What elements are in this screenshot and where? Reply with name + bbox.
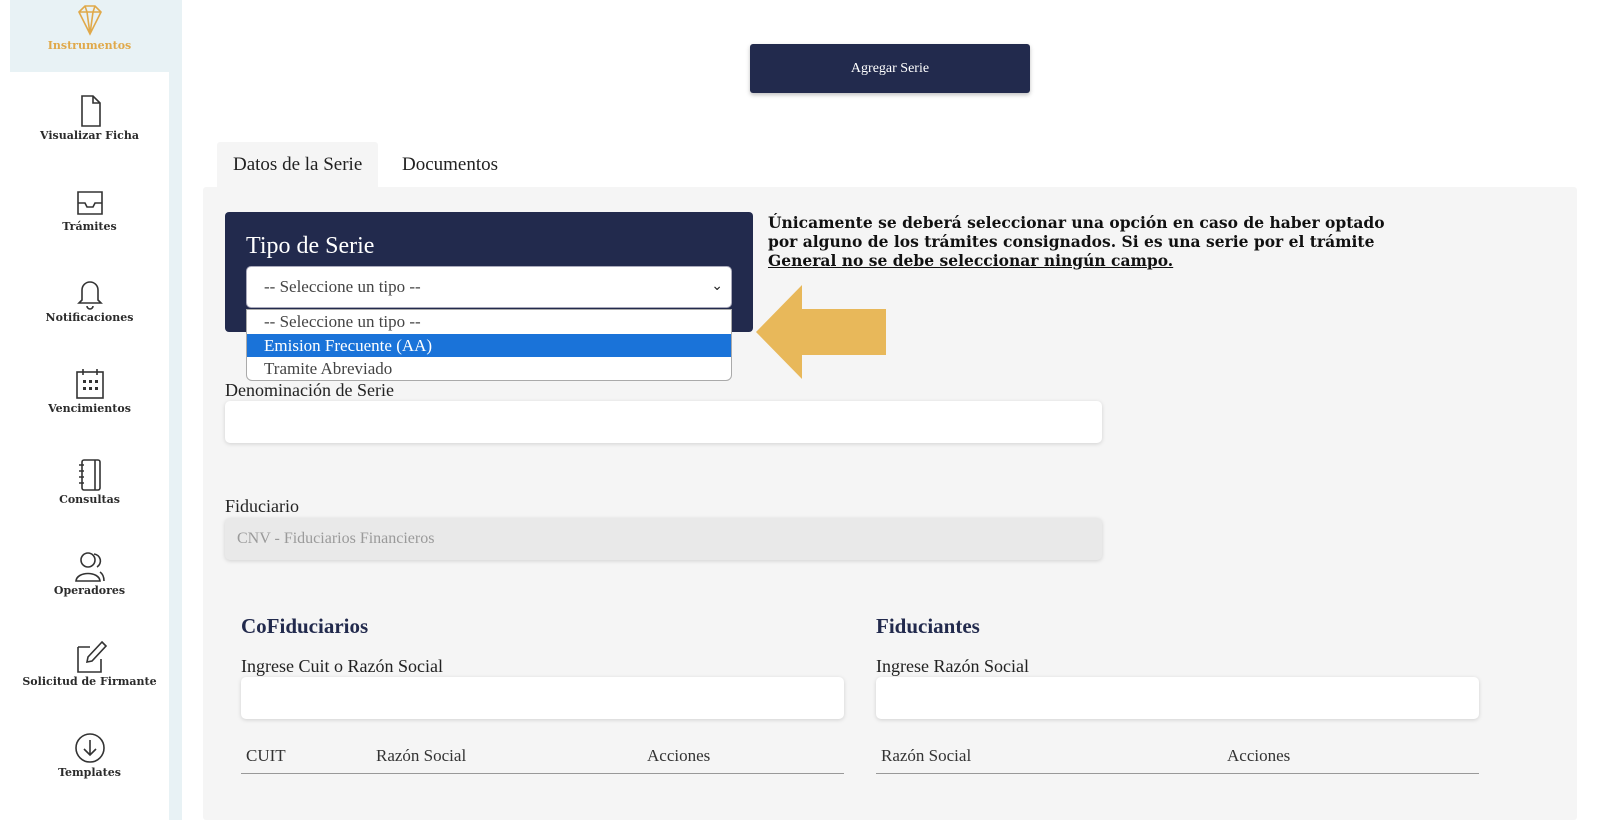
sidebar-divider	[169, 0, 182, 820]
dropdown-option-highlighted[interactable]: Emision Frecuente (AA)	[247, 333, 731, 357]
sidebar-item-consultas[interactable]: Consultas	[10, 457, 169, 529]
tipo-serie-title: Tipo de Serie	[246, 233, 375, 259]
column-header-razon-social: Razón Social	[881, 746, 972, 765]
table-divider	[241, 773, 844, 774]
tab-datos-de-la-serie[interactable]: Datos de la Serie	[217, 142, 379, 188]
sidebar: Instrumentos Visualizar Ficha Trámites N…	[0, 0, 169, 820]
sidebar-item-tramites[interactable]: Trámites	[10, 184, 169, 256]
download-icon	[74, 733, 105, 763]
column-header-razon-social: Razón Social	[376, 746, 467, 765]
denominacion-input[interactable]	[225, 401, 1102, 443]
column-header-cuit: CUIT	[246, 746, 286, 765]
fiduciantes-search-input[interactable]	[876, 677, 1479, 719]
tipo-serie-notice: Únicamente se deberá seleccionar una opc…	[768, 213, 1418, 270]
table-divider	[876, 773, 1479, 774]
sidebar-item-operadores[interactable]: Operadores	[10, 548, 169, 620]
tipo-serie-select[interactable]: -- Seleccione un tipo -- ⌄	[246, 266, 732, 308]
sidebar-item-instrumentos[interactable]: Instrumentos	[10, 0, 169, 72]
calendar-icon	[75, 369, 104, 399]
dropdown-option[interactable]: Tramite Abreviado	[247, 357, 731, 380]
cofiduciarios-title: CoFiduciarios	[241, 614, 369, 638]
sidebar-item-visualizar-ficha[interactable]: Visualizar Ficha	[10, 93, 169, 165]
sidebar-item-label: Operadores	[53, 584, 126, 597]
fiduciario-label: Fiduciario	[225, 496, 299, 516]
denominacion-label: Denominación de Serie	[225, 380, 394, 400]
edit-icon	[76, 640, 107, 673]
chevron-down-icon: ⌄	[711, 279, 723, 294]
dropdown-option[interactable]: -- Seleccione un tipo --	[247, 310, 731, 334]
sidebar-item-vencimientos[interactable]: Vencimientos	[10, 366, 169, 438]
fiduciantes-search-label: Ingrese Razón Social	[876, 656, 1029, 676]
column-header-acciones: Acciones	[1227, 746, 1291, 765]
notice-text: Únicamente se deberá seleccionar una opc…	[768, 213, 1385, 251]
sidebar-item-label: Templates	[58, 766, 121, 779]
fiduciantes-title: Fiduciantes	[876, 614, 980, 638]
notice-underlined: General no se debe seleccionar ningún ca…	[768, 251, 1174, 270]
notebook-icon	[78, 459, 101, 491]
arrow-left-icon	[756, 285, 886, 379]
sidebar-item-label: Visualizar Ficha	[39, 129, 139, 142]
inbox-icon	[76, 191, 103, 215]
sidebar-item-label: Notificaciones	[45, 311, 134, 324]
bell-icon	[76, 281, 103, 310]
tipo-serie-selected-value: -- Seleccione un tipo --	[264, 277, 421, 296]
users-icon	[74, 552, 105, 582]
sidebar-item-solicitud-de-firmante[interactable]: Solicitud de Firmante	[10, 639, 169, 711]
sidebar-item-templates[interactable]: Templates	[10, 730, 169, 802]
file-icon	[80, 95, 101, 127]
cofiduciarios-search-input[interactable]	[241, 677, 844, 719]
sidebar-item-label: Instrumentos	[47, 39, 132, 52]
sidebar-item-label: Consultas	[59, 493, 120, 506]
add-serie-button[interactable]: Agregar Serie	[750, 44, 1030, 93]
sidebar-item-label: Vencimientos	[48, 402, 131, 415]
sidebar-item-notificaciones[interactable]: Notificaciones	[10, 275, 169, 347]
sidebar-item-label: Trámites	[62, 220, 117, 233]
cofiduciarios-search-label: Ingrese Cuit o Razón Social	[241, 656, 443, 676]
diamond-icon	[77, 5, 102, 36]
column-header-acciones: Acciones	[647, 746, 711, 765]
fiduciario-field: CNV - Fiduciarios Financieros	[225, 518, 1102, 560]
tipo-serie-dropdown: -- Seleccione un tipo -- Emision Frecuen…	[246, 309, 732, 381]
sidebar-item-label: Solicitud de Firmante	[22, 675, 157, 688]
tab-documentos[interactable]: Documentos	[386, 142, 514, 188]
